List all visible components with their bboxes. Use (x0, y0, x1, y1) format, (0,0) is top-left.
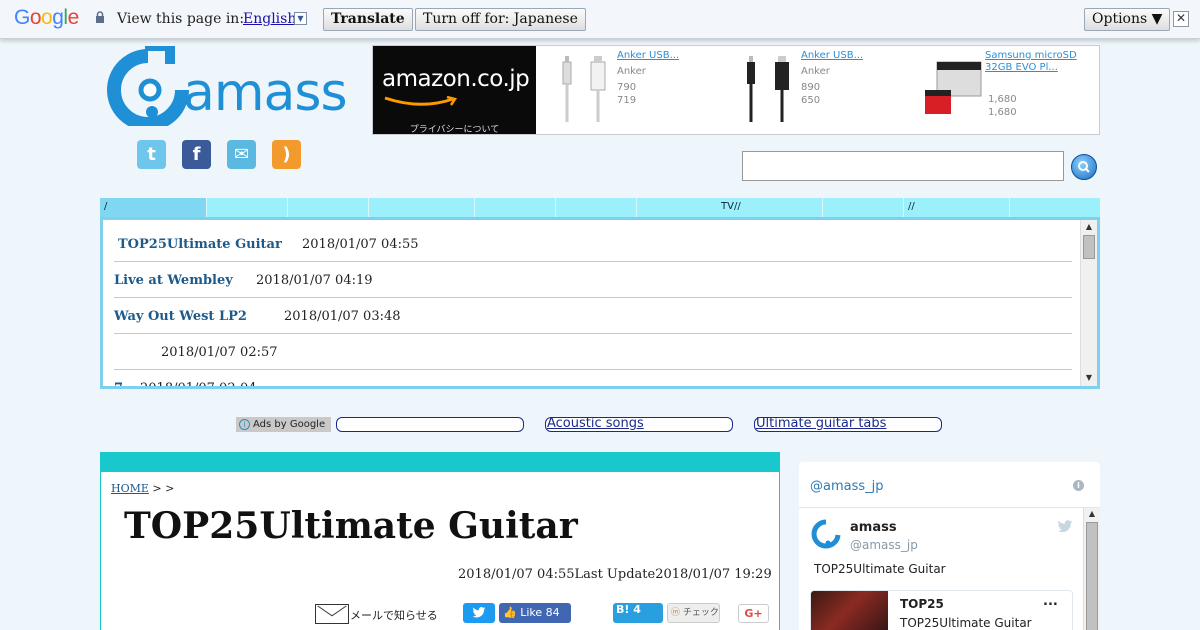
twitter-timeline-widget: @amass_jp i amass @amass_jp TOP25Ultimat… (799, 462, 1100, 630)
ad-link[interactable]: Ultimate guitar tabs (754, 417, 942, 432)
amazon-ad: amazon.co.jp プライバシーについて Anker USB... Ank… (372, 45, 1100, 135)
hatena-bookmark-button[interactable]: B! 4 (613, 603, 663, 623)
facebook-like-button[interactable]: 👍 Like 84 (499, 603, 571, 623)
main-nav: / TV// // (100, 198, 1100, 217)
card-image (811, 591, 888, 630)
breadcrumb-home[interactable]: HOME (111, 482, 149, 495)
rss-icon[interactable]: ) (272, 140, 301, 169)
list-item[interactable]: 7 2018/01/07 02:04 (114, 370, 1072, 386)
turn-off-button[interactable]: Turn off for: Japanese (415, 8, 586, 31)
amazon-logo[interactable]: amazon.co.jp プライバシーについて (373, 46, 536, 135)
twitter-share-button[interactable] (463, 603, 495, 623)
scroll-thumb[interactable] (1086, 522, 1098, 630)
mail-icon[interactable]: ✉ (227, 140, 256, 169)
list-item[interactable]: TOP25Ultimate Guitar 2018/01/07 04:55 (114, 226, 1072, 262)
scroll-down-icon[interactable]: ▼ (1081, 373, 1097, 386)
nav-item[interactable]: // (903, 198, 1009, 217)
nav-item[interactable] (1009, 198, 1100, 217)
ads-by-google-label[interactable]: i Ads by Google (236, 417, 331, 432)
product-item[interactable]: Anker USB... Anker 890 650 (729, 46, 909, 134)
list-item[interactable]: Way Out West LP2 2018/01/07 03:48 (114, 298, 1072, 334)
nav-item[interactable] (474, 198, 555, 217)
ad-link[interactable] (336, 417, 524, 432)
card-description: TOP25Ultimate Guitar (900, 616, 1032, 630)
translate-bar: Google View this page in: English ▼ Tran… (0, 0, 1200, 39)
nav-item[interactable] (206, 198, 287, 217)
nav-item[interactable]: / (100, 198, 206, 217)
microsd-card-image (925, 61, 982, 114)
chevron-down-icon[interactable]: ▼ (294, 12, 307, 25)
timeline-scrollbar[interactable]: ▲ (1083, 508, 1100, 630)
tweet-link-card[interactable]: TOP25 ... TOP25Ultimate Guitar (810, 590, 1073, 630)
search-icon[interactable] (1071, 154, 1097, 180)
mail-icon[interactable] (315, 604, 349, 624)
translate-button[interactable]: Translate (323, 8, 413, 31)
more-icon[interactable]: ... (1043, 594, 1058, 609)
tweet-author-name[interactable]: amass (850, 520, 897, 535)
facebook-icon[interactable]: f (182, 140, 211, 169)
twitter-bird-icon[interactable] (1057, 520, 1073, 534)
view-page-label: View this page in: (117, 11, 245, 27)
ad-link[interactable]: Acoustic songs (545, 417, 733, 432)
list-item[interactable]: 2018/01/07 02:57 (114, 334, 1072, 370)
tweet-author-handle[interactable]: @amass_jp (850, 538, 918, 552)
language-select[interactable]: English (243, 11, 296, 27)
timeline-handle-link[interactable]: @amass_jp (810, 479, 884, 494)
info-icon[interactable]: i (1073, 480, 1084, 491)
twitter-icon[interactable]: t (137, 140, 166, 169)
usb-cable-white-image (562, 56, 606, 122)
options-button[interactable]: Options ▼ (1084, 8, 1171, 31)
nav-item[interactable] (287, 198, 368, 217)
article: HOME > > TOP25Ultimate Guitar 2018/01/07… (100, 472, 780, 630)
like-icon: 👍 (503, 606, 517, 619)
nav-item[interactable] (555, 198, 636, 217)
list-item[interactable]: Live at Wembley 2018/01/07 04:19 (114, 262, 1072, 298)
card-title: TOP25 (900, 597, 944, 611)
product-item[interactable]: Anker USB... Anker 790 719 (545, 46, 725, 134)
news-scrollbar[interactable]: ▲ ▼ (1080, 220, 1097, 386)
nav-item[interactable] (368, 198, 474, 217)
article-date: 2018/01/07 04:55Last Update2018/01/07 19… (458, 567, 772, 582)
breadcrumb: HOME > > (111, 482, 174, 495)
timeline: amass @amass_jp TOP25Ultimate Guitar TOP… (799, 507, 1100, 630)
article-header-bar (100, 452, 780, 472)
avatar[interactable] (810, 519, 842, 551)
share-mail-link[interactable]: メールで知らせる (350, 607, 438, 623)
mixi-icon: ⓜ (671, 608, 681, 618)
scroll-thumb[interactable] (1083, 235, 1095, 259)
product-item[interactable]: Samsung microSD 32GB EVO Pl... 1,680 1,6… (913, 46, 1093, 134)
news-list: TOP25Ultimate Guitar 2018/01/07 04:55 Li… (100, 217, 1100, 389)
close-icon[interactable]: ✕ (1173, 11, 1189, 27)
article-title: TOP25Ultimate Guitar (124, 505, 578, 547)
scroll-up-icon[interactable]: ▲ (1084, 509, 1100, 522)
site-logo-text[interactable]: amass (183, 63, 348, 123)
google-plus-button[interactable]: G+ (738, 604, 769, 623)
search-input[interactable] (742, 151, 1064, 181)
nav-item[interactable] (822, 198, 903, 217)
tweet-text: TOP25Ultimate Guitar (814, 562, 946, 576)
lock-icon (96, 11, 104, 23)
nav-item[interactable]: TV// (636, 198, 822, 217)
scroll-up-icon[interactable]: ▲ (1081, 222, 1097, 235)
mixi-check-button[interactable]: ⓜ チェック (667, 603, 720, 623)
breadcrumb-separator: > > (148, 482, 175, 495)
google-logo: Google (14, 6, 79, 29)
usb-cable-black-image (747, 56, 789, 122)
amazon-privacy-link[interactable]: プライバシーについて (373, 122, 536, 135)
info-icon: i (239, 419, 250, 430)
amazon-smile-icon (384, 96, 458, 106)
